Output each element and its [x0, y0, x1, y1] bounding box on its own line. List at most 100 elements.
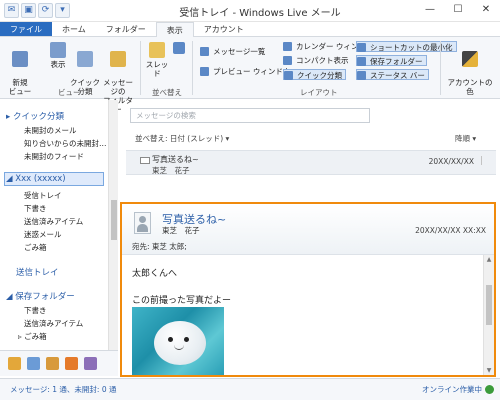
account-header-label: Xxx (xxxxx): [15, 174, 66, 184]
sort-direction-label: 降順: [455, 134, 470, 143]
tab-file[interactable]: ファイル: [0, 22, 52, 36]
quick-views-header[interactable]: ▸ クイック分類: [6, 110, 64, 122]
feeds-icon[interactable]: [65, 357, 78, 370]
preview-window-button[interactable]: プレビュー ウィンドウ: [200, 66, 290, 77]
folder-item-drafts[interactable]: 下書き: [24, 203, 47, 214]
flag-icon[interactable]: [481, 156, 489, 165]
storage-folder-toggle[interactable]: 保存フォルダー: [356, 55, 427, 66]
storage-folder-label: 保存フォルダー: [15, 292, 75, 302]
outbox-folder[interactable]: 送信トレイ: [16, 266, 59, 278]
body-greeting: 太郎くんへ: [132, 269, 178, 279]
status-bar-toggle[interactable]: ステータス バー: [356, 69, 429, 80]
folder-item[interactable]: 未開封のメール: [24, 125, 77, 136]
tab-home[interactable]: ホーム: [52, 22, 96, 36]
sort-label: 並べ替え: 日付 (スレッド): [135, 134, 224, 143]
sort-icon: [173, 42, 185, 54]
scroll-up-icon[interactable]: ▲: [485, 256, 493, 263]
folder-pane-scrollbar[interactable]: [108, 100, 118, 350]
folder-item-sent[interactable]: 送信済みアイテム: [24, 216, 83, 227]
app-icon: ✉: [4, 3, 19, 18]
send-receive-icon[interactable]: ⟳: [38, 3, 53, 18]
message-subject: 写真送るね~: [152, 155, 199, 164]
sort-group-label: 並べ替え: [152, 88, 182, 97]
scrollbar-thumb[interactable]: [486, 285, 492, 325]
show-icon: [50, 42, 66, 58]
folder-pane: ▸ クイック分類 未開封のメール 知り合いからの未開封… 未開封のフィード ◢ …: [0, 100, 108, 350]
view-group-label: ビュー: [58, 88, 81, 97]
maximize-button[interactable]: ☐: [444, 0, 472, 20]
folder-item[interactable]: 下書き: [24, 305, 47, 316]
seal-eye: [184, 337, 189, 342]
folder-item[interactable]: 未開封のフィード: [24, 151, 84, 162]
save-icon[interactable]: ▣: [21, 3, 36, 18]
shortcut-minimize-toggle[interactable]: ショートカットの最小化: [356, 41, 457, 52]
compact-view-button[interactable]: コンパクト表示: [283, 55, 349, 66]
new-view-button[interactable]: 新規 ビュー: [6, 42, 34, 96]
sort-direction-toggle[interactable]: 降順 ▾: [455, 133, 476, 144]
tab-view[interactable]: 表示: [155, 22, 194, 38]
window-title: 受信トレイ - Windows Live メール: [179, 8, 341, 19]
sort-dropdown[interactable]: 並べ替え: 日付 (スレッド) ▾: [135, 133, 229, 144]
storage-folder-header[interactable]: ◢ 保存フォルダー: [6, 290, 75, 302]
tab-account[interactable]: アカウント: [194, 22, 254, 36]
quick-views-header-label: クイック分類: [12, 112, 64, 122]
account-color-label: アカウントの 色: [447, 78, 493, 96]
reading-recipient: 宛先: 東芝 太郎;: [132, 242, 187, 251]
reading-date: 20XX/XX/XX XX:XX: [415, 226, 486, 235]
account-color-button[interactable]: アカウントの 色: [446, 42, 494, 96]
contact-avatar-icon[interactable]: [134, 212, 151, 234]
contacts-icon[interactable]: [46, 357, 59, 370]
calendar-icon[interactable]: [27, 357, 40, 370]
message-count: メッセージ: 1 通、未開封: 0 通: [10, 385, 117, 394]
message-row[interactable]: 写真送るね~ 東芝 花子 20XX/XX/XX: [126, 150, 496, 175]
ribbon: 新規 ビュー 表示 クイック 分類 メッセージの フィルター ビュー スレッド …: [0, 37, 500, 114]
ribbon-tabs: ファイル ホーム フォルダー 表示 アカウント: [0, 22, 500, 38]
show-button[interactable]: 表示: [44, 42, 72, 69]
layout-group-label: レイアウト: [300, 88, 338, 97]
filter-icon: [110, 51, 126, 67]
folder-item[interactable]: 知り合いからの未開封…: [24, 138, 107, 149]
new-view-label: 新規 ビュー: [8, 78, 32, 96]
reading-pane-scrollbar[interactable]: ▲ ▼: [483, 255, 494, 375]
reading-pane: 写真送るね~ 東芝 花子 20XX/XX/XX XX:XX 宛先: 東芝 太郎;…: [120, 202, 496, 377]
ribbon-divider: [440, 41, 441, 95]
new-view-icon: [12, 51, 28, 67]
mail-icon[interactable]: [8, 357, 21, 370]
folder-item[interactable]: 送信済みアイテム: [24, 318, 83, 329]
folder-item-deleted[interactable]: ごみ箱: [24, 242, 47, 253]
online-status[interactable]: オンライン作業中: [422, 384, 482, 395]
thread-label: スレッド: [145, 60, 169, 78]
folder-item-junk[interactable]: 迷惑メール: [24, 229, 62, 240]
minimize-button[interactable]: —: [416, 0, 444, 20]
thread-button[interactable]: スレッド: [145, 42, 169, 78]
seal-image: [154, 321, 206, 365]
window-controls: — ☐ ✕: [416, 0, 500, 20]
folder-item-inbox[interactable]: 受信トレイ: [24, 190, 62, 201]
customize-icon[interactable]: ▾: [55, 3, 70, 18]
scroll-down-icon[interactable]: ▼: [485, 367, 493, 374]
message-sender: 東芝 花子: [152, 166, 190, 175]
quick-views-toggle[interactable]: クイック分類: [283, 69, 346, 80]
sort-options-button[interactable]: [172, 42, 186, 56]
newsgroups-icon[interactable]: [84, 357, 97, 370]
seal-eye: [168, 337, 173, 342]
reading-sender[interactable]: 東芝 花子: [162, 225, 200, 236]
reading-header: 写真送るね~ 東芝 花子 20XX/XX/XX XX:XX 宛先: 東芝 太郎;: [122, 204, 494, 255]
account-header[interactable]: ◢ Xxx (xxxxx): [6, 174, 66, 184]
scrollbar-thumb[interactable]: [111, 200, 117, 240]
online-status-icon: [485, 385, 494, 394]
seal-mouth: [174, 345, 184, 350]
ribbon-divider: [140, 41, 141, 95]
tab-folder[interactable]: フォルダー: [96, 22, 156, 36]
paintbrush-icon: [462, 51, 478, 67]
search-input[interactable]: メッセージの検索: [130, 108, 370, 123]
folder-item[interactable]: ▹ ごみ箱: [18, 331, 47, 342]
show-label: 表示: [50, 60, 66, 69]
envelope-icon: [140, 157, 150, 164]
quick-views-icon: [77, 51, 93, 67]
message-date: 20XX/XX/XX: [428, 157, 474, 166]
body-text: この前撮った写真だよー: [132, 296, 232, 306]
close-button[interactable]: ✕: [472, 0, 500, 20]
attached-photo[interactable]: [132, 307, 224, 375]
message-list-button[interactable]: メッセージ一覧: [200, 46, 265, 57]
